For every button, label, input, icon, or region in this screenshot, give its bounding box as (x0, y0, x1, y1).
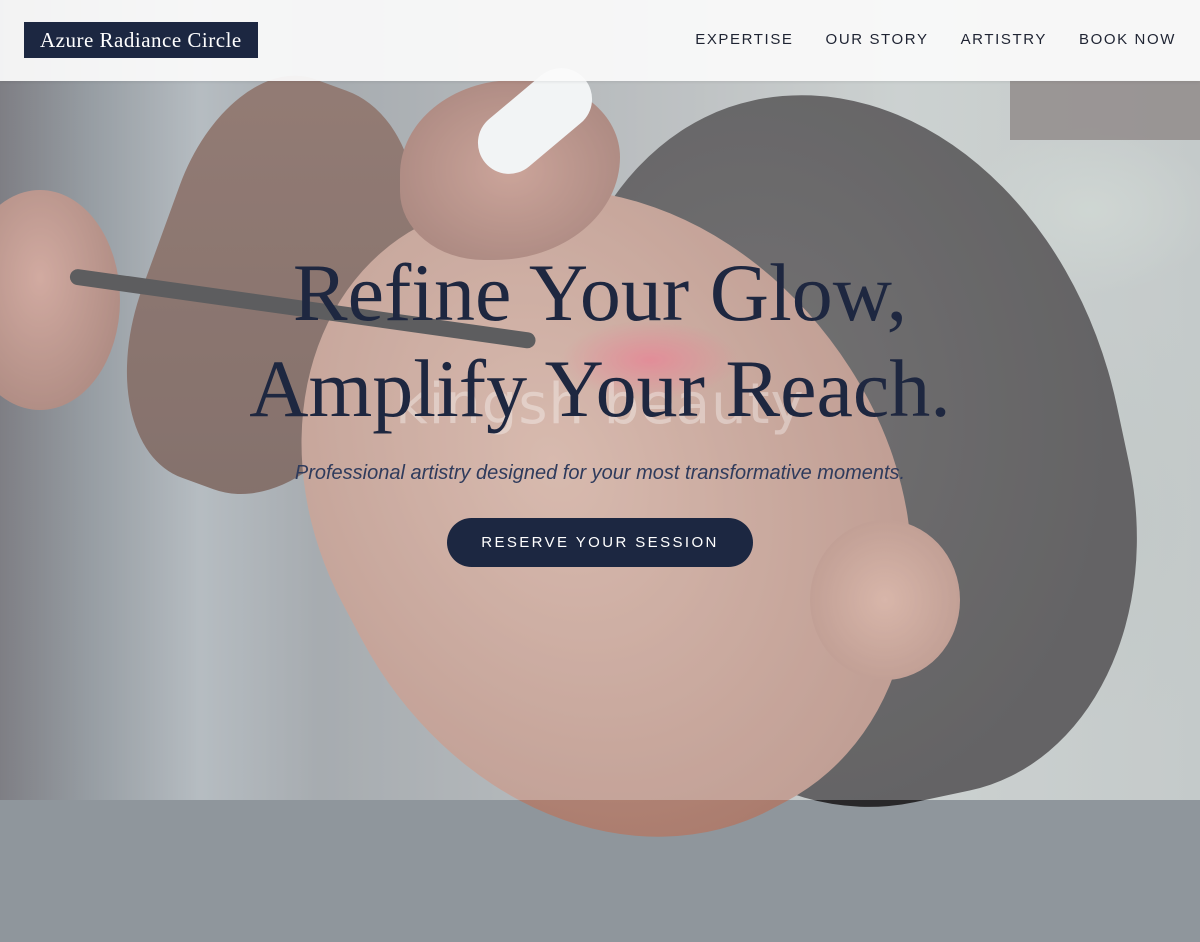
nav-link-our-story[interactable]: OUR STORY (826, 28, 929, 52)
nav-link-artistry[interactable]: ARTISTRY (961, 28, 1047, 52)
hero-title-line-1: Refine Your Glow, (292, 247, 908, 338)
reserve-session-button[interactable]: RESERVE YOUR SESSION (447, 518, 753, 567)
nav-link-expertise[interactable]: EXPERTISE (695, 28, 793, 52)
hero-subtitle: Professional artistry designed for your … (294, 462, 906, 484)
main-nav: EXPERTISE OUR STORY ARTISTRY BOOK NOW (663, 28, 1176, 52)
hero-title-line-2: Amplify Your Reach. (249, 343, 951, 434)
site-logo[interactable]: Azure Radiance Circle (24, 22, 258, 58)
site-header: Azure Radiance Circle EXPERTISE OUR STOR… (0, 0, 1200, 81)
hero-title: Refine Your Glow, Amplify Your Reach. (0, 245, 1200, 437)
nav-link-book-now[interactable]: BOOK NOW (1079, 28, 1176, 52)
